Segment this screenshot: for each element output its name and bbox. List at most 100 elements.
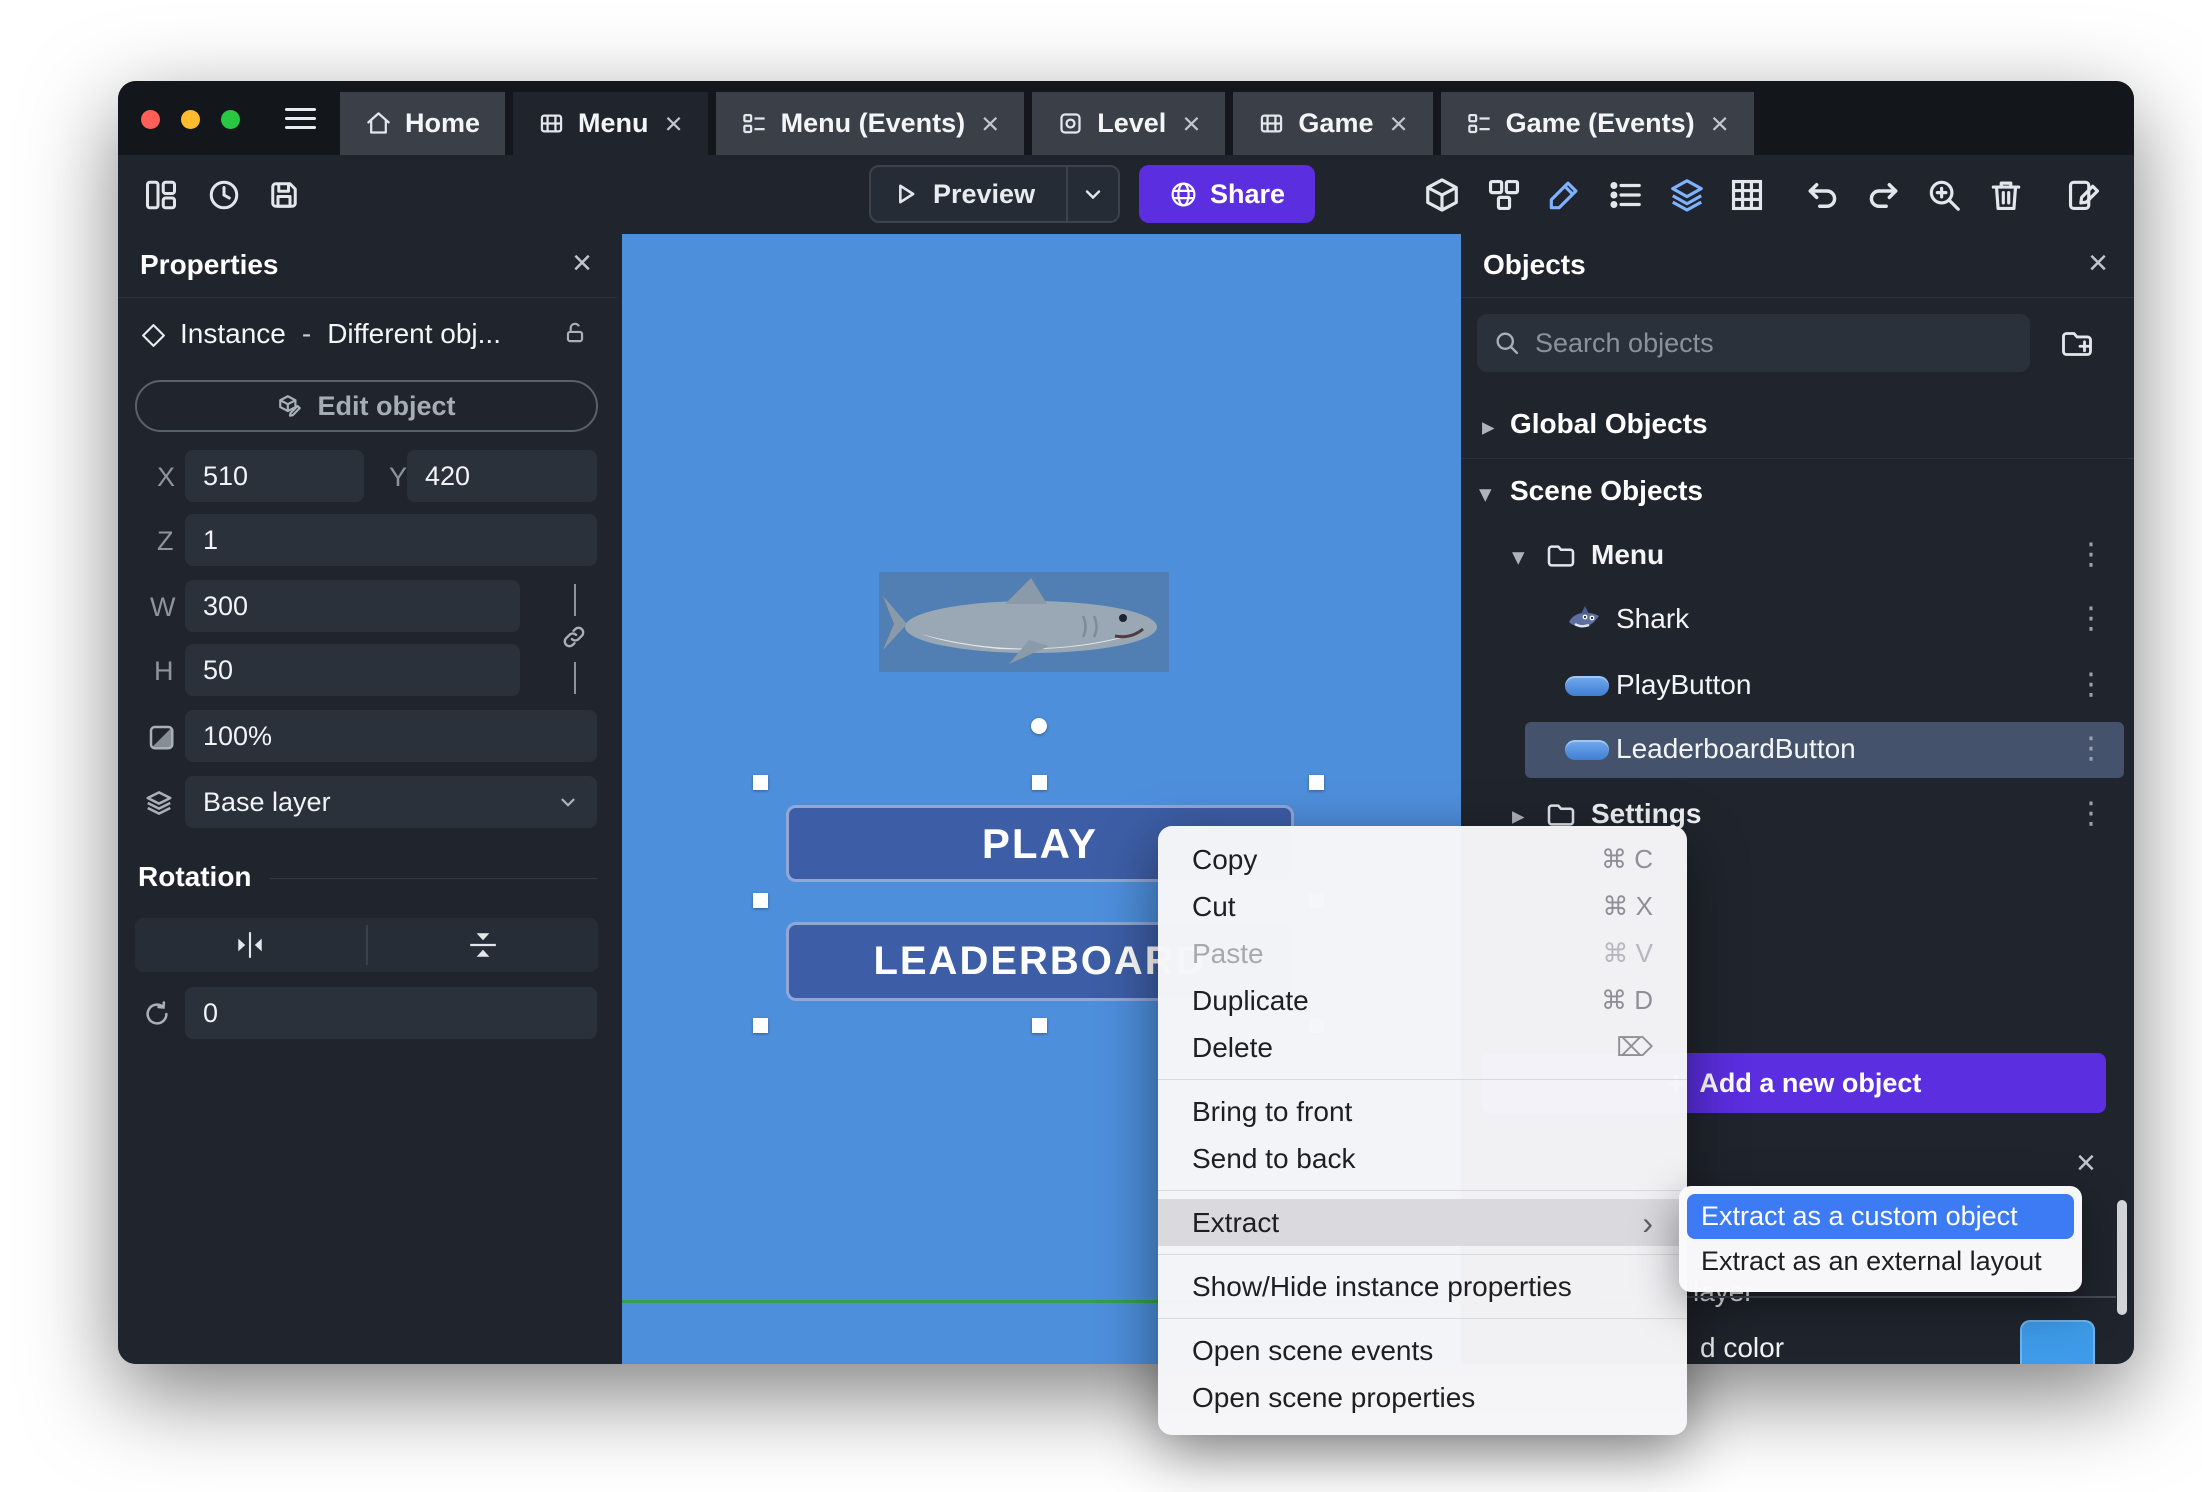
redo-icon[interactable] [1863,175,1903,215]
objects-group-icon[interactable] [1484,175,1524,215]
tab-home[interactable]: Home [340,92,506,155]
x-field[interactable]: 510 [185,450,364,502]
selection-handle[interactable] [1309,775,1324,790]
tab-close-icon[interactable]: × [1711,106,1729,142]
divider [270,878,598,879]
menu-item-extract-as-custom-object[interactable]: Extract as a custom object [1687,1194,2074,1239]
tab-label: Level [1097,108,1167,138]
selection-handle[interactable] [753,893,768,908]
object-row-playbutton[interactable]: PlayButton [1616,669,1751,701]
close-icon[interactable]: × [2076,1146,2096,1180]
rotation-handle[interactable] [1031,718,1047,734]
edit-pen-icon[interactable] [1544,175,1584,215]
background-color-swatch[interactable] [2020,1320,2095,1364]
edit-object-button[interactable]: Edit object [135,380,598,432]
grid-icon[interactable] [1727,175,1767,215]
instances-list-icon[interactable] [1605,175,1645,215]
kebab-menu-icon[interactable]: ⋮ [2076,668,2106,701]
tab-close-icon[interactable]: × [665,106,683,142]
scene-objects-caret-icon[interactable]: ▾ [1479,479,1492,509]
minimize-window-button[interactable] [181,110,200,129]
tab-game-events[interactable]: Game (Events) × [1440,92,1754,155]
tab-level[interactable]: Level × [1032,92,1226,155]
kebab-menu-icon[interactable]: ⋮ [2076,732,2106,765]
object-row-shark[interactable]: Shark [1616,603,1689,635]
w-field[interactable]: 300 [185,580,520,632]
chevron-down-icon[interactable] [1068,182,1118,206]
z-label: Z [157,526,174,556]
tab-label: Menu (Events) [780,108,966,138]
search-input[interactable] [1477,314,2030,372]
project-manager-icon[interactable] [141,175,181,215]
flip-horizontal-button[interactable] [135,918,366,972]
hamburger-menu-icon[interactable] [285,108,316,129]
menu-item-extract[interactable]: Extract › [1158,1199,1687,1246]
button-object-icon [1565,740,1609,760]
layer-select[interactable]: Base layer [185,776,597,828]
kebab-menu-icon[interactable]: ⋮ [2076,538,2106,571]
opacity-field[interactable]: 100% [185,710,597,762]
cube-3d-icon[interactable] [1422,175,1462,215]
section-scene-objects[interactable]: Scene Objects [1510,475,1703,507]
w-label: W [150,592,176,622]
link-bracket-top [574,584,576,616]
menu-item-label: Copy [1192,843,1258,875]
menu-item-label: Open scene properties [1192,1381,1476,1413]
selection-handle[interactable] [1032,1018,1047,1033]
kebab-menu-icon[interactable]: ⋮ [2076,797,2106,830]
h-field[interactable]: 50 [185,644,520,696]
add-folder-icon[interactable] [2059,326,2095,362]
object-row-leaderboardbutton[interactable]: LeaderboardButton [1616,733,1856,765]
extract-submenu: Extract as a custom object Extract as an… [1679,1186,2082,1292]
close-window-button[interactable] [141,110,160,129]
flip-vertical-button[interactable] [368,918,599,972]
selection-handle[interactable] [753,775,768,790]
version-history-icon[interactable] [204,175,244,215]
close-icon[interactable]: × [2088,246,2108,280]
layers-icon[interactable] [1667,175,1707,215]
preview-button[interactable]: Preview [869,165,1120,223]
scrollbar-thumb[interactable] [2117,1200,2127,1315]
selection-handle[interactable] [753,1018,768,1033]
lock-icon[interactable] [562,320,588,346]
play-button-label: PLAY [981,819,1099,867]
menu-item-send-to-back[interactable]: Send to back [1158,1135,1687,1182]
trash-icon[interactable] [1986,175,2026,215]
menu-item-open-scene-properties[interactable]: Open scene properties [1158,1374,1687,1421]
maximize-window-button[interactable] [221,110,240,129]
global-objects-caret-icon[interactable]: ▸ [1482,412,1495,442]
menu-item-duplicate[interactable]: Duplicate ⌘ D [1158,977,1687,1024]
rotation-angle-field[interactable]: 0 [185,987,597,1039]
tab-close-icon[interactable]: × [1389,106,1407,142]
share-button[interactable]: Share [1139,165,1315,223]
z-field[interactable]: 1 [185,514,597,566]
menu-item-copy[interactable]: Copy ⌘ C [1158,836,1687,883]
shark-object-icon [1565,602,1603,638]
menu-item-cut[interactable]: Cut ⌘ X [1158,883,1687,930]
tab-close-icon[interactable]: × [981,106,999,142]
shark-sprite[interactable] [879,572,1169,672]
menu-item-delete[interactable]: Delete ⌦ [1158,1024,1687,1071]
save-icon[interactable] [264,175,304,215]
tab-close-icon[interactable]: × [1182,106,1200,142]
section-global-objects[interactable]: Global Objects [1510,408,1708,440]
tab-menu-events[interactable]: Menu (Events) × [715,92,1025,155]
menu-item-bring-to-front[interactable]: Bring to front [1158,1088,1687,1135]
edit-scene-properties-icon[interactable] [2064,175,2104,215]
tab-menu[interactable]: Menu × [513,92,708,155]
folder-caret-icon[interactable]: ▾ [1512,542,1525,572]
link-w-h-icon[interactable] [560,623,588,651]
zoom-icon[interactable] [1924,175,1964,215]
close-icon[interactable]: × [572,246,592,280]
tab-game[interactable]: Game × [1233,92,1433,155]
kebab-menu-icon[interactable]: ⋮ [2076,602,2106,635]
menu-item-show-hide-instance-properties[interactable]: Show/Hide instance properties [1158,1263,1687,1310]
menu-item-open-scene-events[interactable]: Open scene events [1158,1327,1687,1374]
y-field[interactable]: 420 [407,450,597,502]
selection-handle[interactable] [1032,775,1047,790]
menu-item-extract-as-external-layout[interactable]: Extract as an external layout [1687,1239,2074,1284]
folder-row-menu[interactable]: Menu [1591,539,1664,571]
undo-icon[interactable] [1803,175,1843,215]
h-label: H [154,656,174,686]
preview-label: Preview [933,178,1036,209]
